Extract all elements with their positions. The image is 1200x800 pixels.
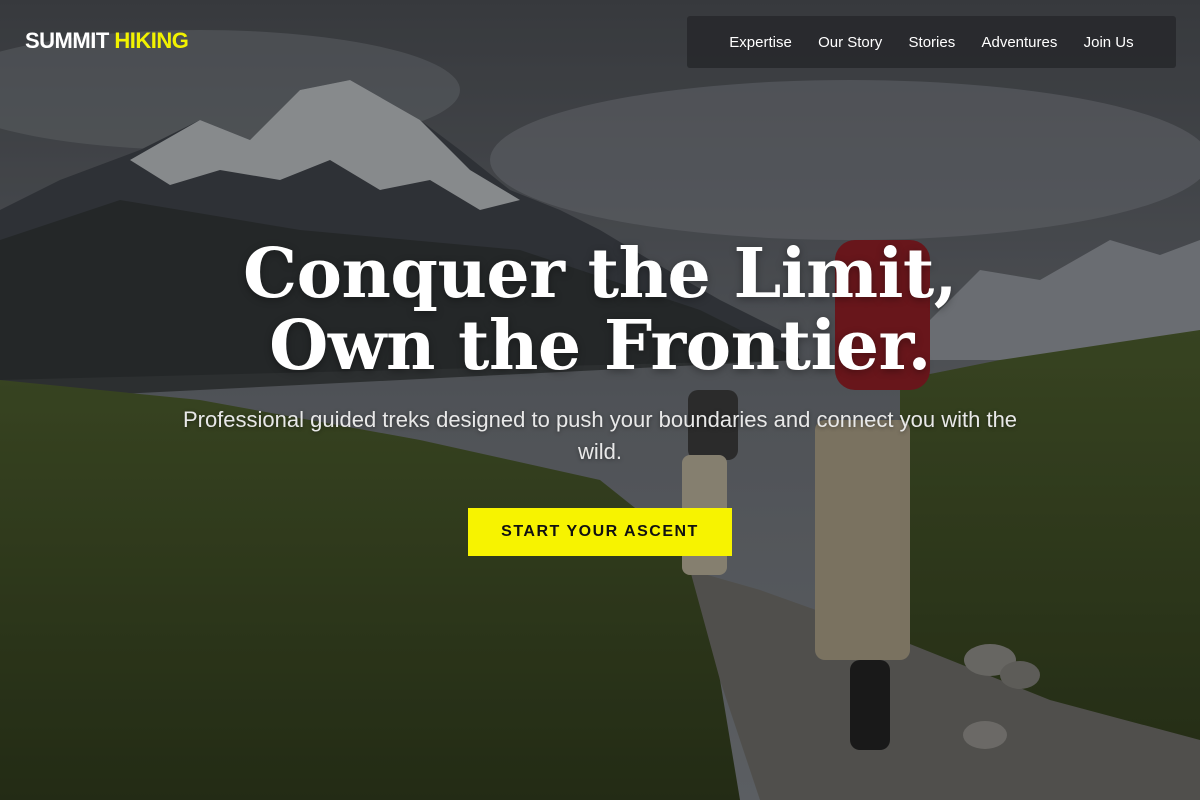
- brand-name-primary: SUMMIT: [25, 28, 109, 53]
- nav-link-join-us[interactable]: Join Us: [1084, 34, 1134, 51]
- hero-headline: Conquer the Limit, Own the Frontier.: [0, 238, 1200, 382]
- main-nav: Expertise Our Story Stories Adventures J…: [687, 16, 1176, 68]
- start-ascent-button[interactable]: START YOUR ASCENT: [468, 508, 732, 556]
- brand-logo[interactable]: SUMMIT HIKING: [25, 28, 189, 54]
- hero-content: Conquer the Limit, Own the Frontier. Pro…: [0, 238, 1200, 556]
- nav-link-stories[interactable]: Stories: [909, 34, 956, 51]
- hero-subtext: Professional guided treks designed to pu…: [182, 407, 1018, 464]
- hero-section: SUMMIT HIKING Expertise Our Story Storie…: [0, 0, 1200, 800]
- nav-link-adventures[interactable]: Adventures: [981, 34, 1057, 51]
- brand-name-accent: HIKING: [114, 28, 189, 53]
- hero-headline-line2: Own the Frontier.: [269, 306, 931, 386]
- nav-link-our-story[interactable]: Our Story: [818, 34, 882, 51]
- nav-link-expertise[interactable]: Expertise: [729, 34, 792, 51]
- hero-headline-line1: Conquer the Limit,: [243, 234, 957, 314]
